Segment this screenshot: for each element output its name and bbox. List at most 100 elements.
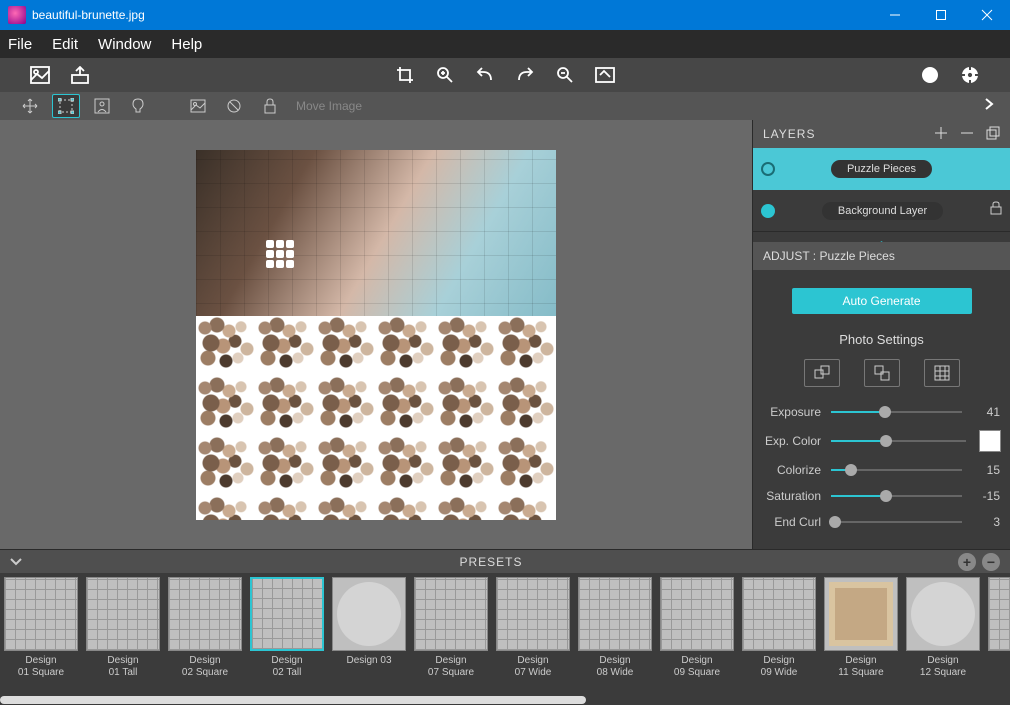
preset-label: Design02 Tall [271,655,302,679]
adjust-header: ADJUST : Puzzle Pieces [753,242,1010,270]
preset-label: Design 03 [346,655,391,667]
preset-item[interactable]: Design12 Square [902,577,984,695]
maximize-button[interactable] [918,0,964,30]
preset-item[interactable]: Design09 Wide [738,577,820,695]
duplicate-layer-button[interactable] [986,126,1000,143]
close-button[interactable] [964,0,1010,30]
remove-preset-button[interactable]: − [982,553,1000,571]
canvas[interactable] [196,150,556,520]
preset-thumb [578,577,652,651]
layer-visibility-icon[interactable] [761,204,775,218]
slider-label: End Curl [763,515,821,529]
slider-saturation: Saturation -15 [763,489,1000,503]
slider-colorize: Colorize 15 [763,463,1000,477]
presets-strip[interactable]: Design01 Square Design01 Tall Design02 Squ… [0,573,1010,695]
layer-visibility-icon[interactable] [761,162,775,176]
layer-row-puzzle[interactable]: Puzzle Pieces [753,148,1010,190]
preset-thumb [4,577,78,651]
preset-item[interactable]: Design09 Square [656,577,738,695]
slider-label: Colorize [763,463,821,477]
adjust-body: Auto Generate Photo Settings Exposure41E… [753,270,1010,549]
slider-track[interactable] [831,440,966,442]
redo-button[interactable] [505,58,545,92]
preset-item[interactable]: Design07 Wide [492,577,574,695]
add-preset-button[interactable]: + [958,553,976,571]
menu-edit[interactable]: Edit [52,36,78,53]
image-tool[interactable] [184,94,212,118]
slider-label: Saturation [763,489,821,503]
preset-label: Design01 Tall [107,655,138,679]
preset-item[interactable]: Design 03 [328,577,410,695]
section-title: Photo Settings [763,332,1000,347]
slider-track[interactable] [831,469,962,471]
preset-thumb [332,577,406,651]
preset-item[interactable]: Design11 Square [820,577,902,695]
preset-item[interactable]: Design01 Tall [82,577,164,695]
auto-generate-button[interactable]: Auto Generate [792,288,972,314]
slider-label: Exposure [763,405,821,419]
preset-label: Design07 Wide [515,655,552,679]
preset-label: Design09 Square [674,655,720,679]
lock-tool[interactable] [256,94,284,118]
mask-tool[interactable] [220,94,248,118]
preset-item[interactable]: Design07 Square [410,577,492,695]
light-tool[interactable] [124,94,152,118]
slider-exp_color: Exp. Color [763,431,1000,451]
menu-window[interactable]: Window [98,36,151,53]
add-layer-button[interactable] [934,126,948,143]
layer-name: Puzzle Pieces [831,160,932,178]
layout-option-3[interactable] [924,359,960,387]
preset-thumb [168,577,242,651]
layer-row-background[interactable]: Background Layer [753,190,1010,232]
color-swatch[interactable] [980,431,1000,451]
zoom-in-button[interactable] [425,58,465,92]
preset-label: Design07 Square [428,655,474,679]
adjust-title: ADJUST : Puzzle Pieces [763,249,895,263]
layers-header: LAYERS [753,120,1010,148]
collapse-panel-button[interactable] [984,97,994,116]
window-title: beautiful-brunette.jpg [32,8,145,22]
move-tool[interactable] [16,94,44,118]
presets-header: PRESETS + − [0,549,1010,573]
undo-button[interactable] [465,58,505,92]
collapse-presets-button[interactable] [10,555,22,569]
lock-icon [990,201,1002,220]
slider-track[interactable] [831,521,962,523]
preset-thumb [86,577,160,651]
fit-screen-button[interactable] [585,58,625,92]
preset-item[interactable]: Design01 Square [0,577,82,695]
open-image-button[interactable] [20,58,60,92]
preset-label: Design11 Square [838,655,883,679]
transform-tool[interactable] [52,94,80,118]
export-button[interactable] [60,58,100,92]
preset-item[interactable]: Design08 Wide [574,577,656,695]
crop-button[interactable] [385,58,425,92]
preset-item[interactable]: Design13 S [984,577,1010,695]
slider-track[interactable] [831,495,962,497]
right-panel: LAYERS Puzzle Pieces Background Layer • … [752,120,1010,549]
preset-item[interactable]: Design02 Tall [246,577,328,695]
presets-scrollbar[interactable] [0,695,1010,705]
preset-thumb [988,577,1010,651]
menu-file[interactable]: File [8,36,32,53]
layout-option-2[interactable] [864,359,900,387]
menu-help[interactable]: Help [171,36,202,53]
preset-item[interactable]: Design02 Square [164,577,246,695]
slider-value: 3 [972,515,1000,529]
layout-option-1[interactable] [804,359,840,387]
preset-label: Design08 Wide [597,655,634,679]
menu-bar: File Edit Window Help [0,30,1010,58]
tool-hint: Move Image [296,99,362,113]
portrait-tool[interactable] [88,94,116,118]
grid-handle-icon[interactable] [266,240,294,268]
zoom-out-button[interactable] [545,58,585,92]
canvas-area[interactable] [0,120,752,549]
slider-label: Exp. Color [763,434,821,448]
minimize-button[interactable] [872,0,918,30]
slider-value: 15 [972,463,1000,477]
info-button[interactable]: i [910,58,950,92]
remove-layer-button[interactable] [960,126,974,143]
slider-value: -15 [972,489,1000,503]
settings-button[interactable] [950,58,990,92]
slider-track[interactable] [831,411,962,413]
